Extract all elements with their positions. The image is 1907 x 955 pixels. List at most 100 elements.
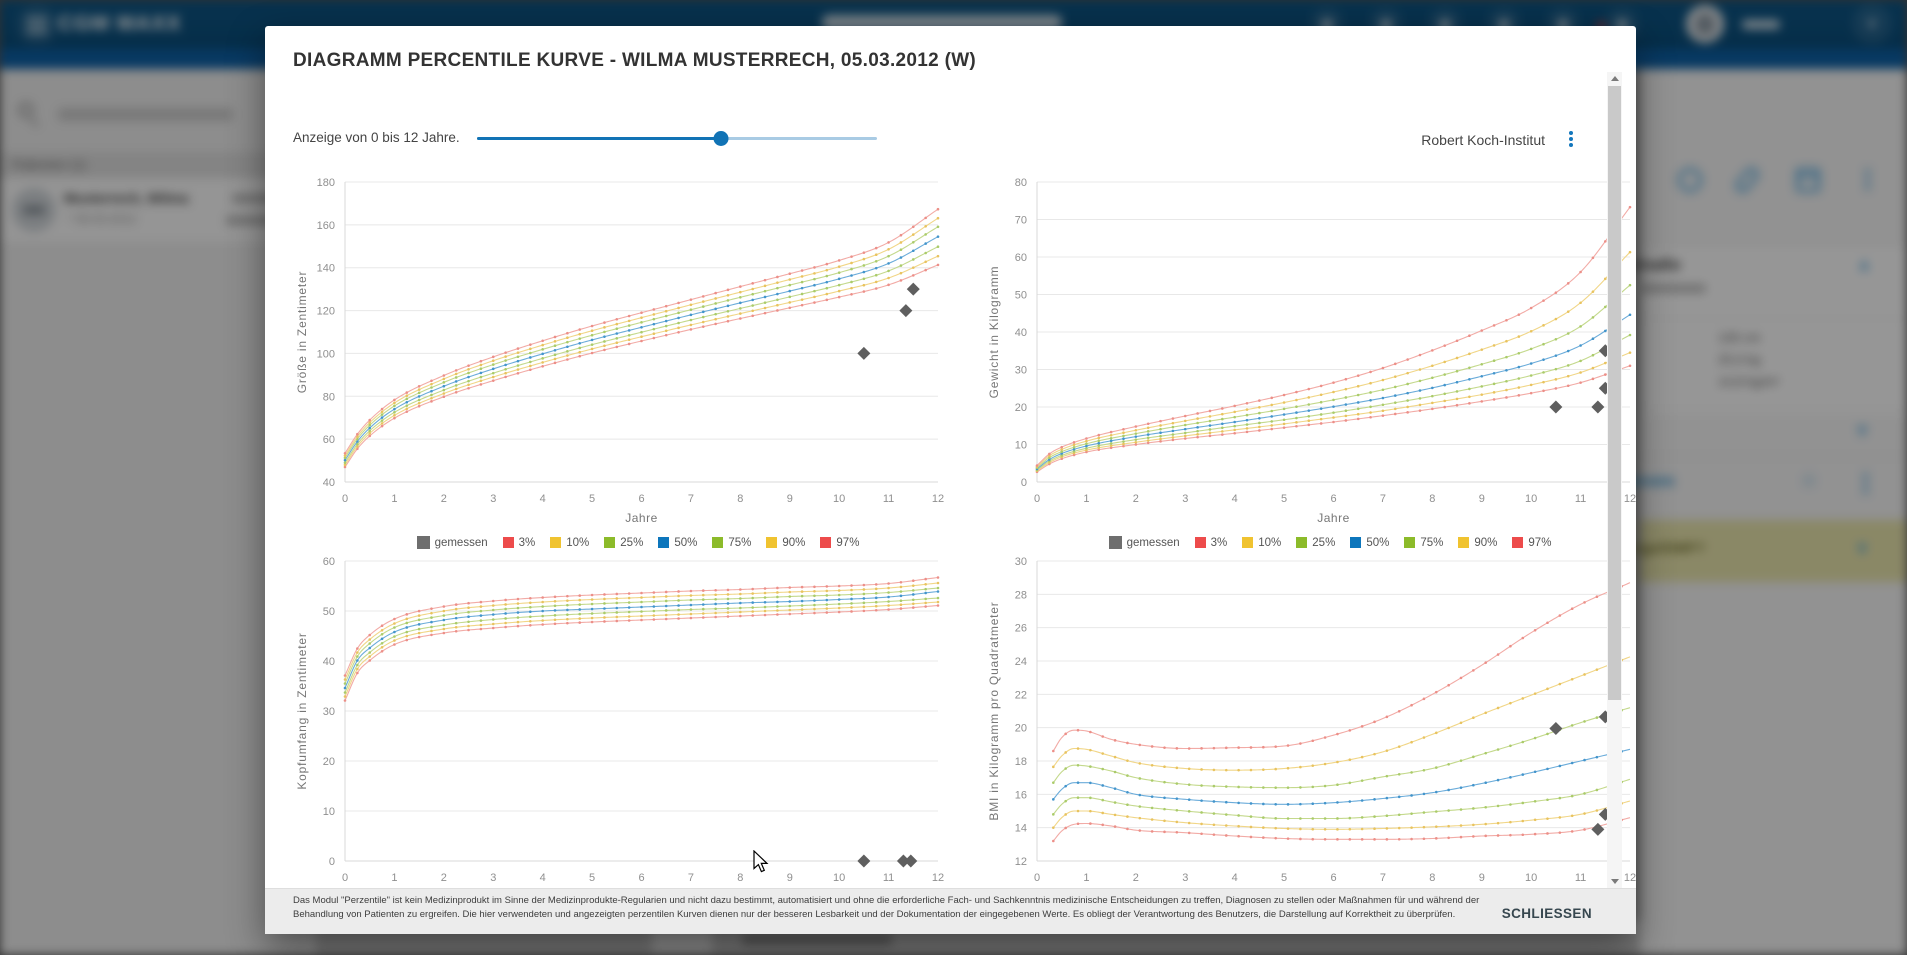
- series-dot: [1126, 803, 1129, 806]
- series-dot: [1419, 404, 1422, 407]
- series-dot: [1052, 840, 1055, 843]
- series-dot: [455, 608, 458, 611]
- series-dot: [1274, 745, 1277, 748]
- series-dot: [1110, 431, 1113, 434]
- slider-thumb[interactable]: [714, 131, 729, 146]
- series-dot: [381, 425, 384, 428]
- series-dot: [826, 299, 829, 302]
- series-dot: [1518, 352, 1521, 355]
- series-dot: [690, 604, 693, 607]
- x-tick-label: 3: [1182, 872, 1188, 884]
- series-dot: [912, 593, 915, 596]
- series-dot: [801, 304, 804, 307]
- series-dot: [578, 337, 581, 340]
- series-dot: [937, 582, 940, 585]
- series-dot: [924, 225, 927, 228]
- series-dot: [826, 590, 829, 593]
- series-dot: [443, 628, 446, 631]
- series-dot: [591, 594, 594, 597]
- series-dot: [1176, 747, 1179, 750]
- x-tick-label: 2: [1133, 493, 1139, 505]
- x-tick-label: 1: [391, 493, 397, 505]
- series-dot: [1060, 446, 1063, 449]
- series-dot: [443, 610, 446, 613]
- series-dot: [492, 604, 495, 607]
- series-dot: [430, 386, 433, 389]
- modal-scrollbar[interactable]: [1607, 72, 1622, 888]
- series-dot: [1151, 745, 1154, 748]
- chart-options-kebab-icon[interactable]: [1564, 129, 1578, 151]
- series-dot: [591, 603, 594, 606]
- series-dot: [1295, 417, 1298, 420]
- close-button[interactable]: SCHLIESSEN: [1494, 900, 1600, 927]
- series-dot: [1274, 817, 1277, 820]
- scrollbar-thumb[interactable]: [1608, 86, 1621, 700]
- series-dot: [1555, 387, 1558, 390]
- series-dot: [900, 256, 903, 259]
- series-dot: [801, 608, 804, 611]
- series-dot: [1089, 765, 1092, 768]
- scroll-down-icon[interactable]: [1607, 875, 1622, 888]
- x-axis-title: Jahre: [1317, 511, 1350, 525]
- series-dot: [356, 668, 359, 671]
- series-dot: [1324, 828, 1327, 831]
- series-dot: [739, 602, 742, 605]
- series-dot: [640, 316, 643, 319]
- series-dot: [393, 631, 396, 634]
- series-dot: [603, 326, 606, 329]
- series-dot: [850, 584, 853, 587]
- series-dot: [418, 619, 421, 622]
- series-dot: [764, 307, 767, 310]
- age-range-slider[interactable]: [477, 130, 877, 146]
- x-tick-label: 4: [540, 493, 546, 505]
- series-dot: [578, 617, 581, 620]
- scroll-up-icon[interactable]: [1607, 72, 1622, 85]
- series-dot: [1258, 412, 1261, 415]
- series-dot: [801, 600, 804, 603]
- series-dot: [344, 695, 347, 698]
- series-dot: [368, 432, 371, 435]
- series-dot: [1530, 307, 1533, 310]
- series-dot: [1361, 779, 1364, 782]
- series-dot: [1274, 768, 1277, 771]
- series-dot: [1447, 836, 1450, 839]
- series-dot: [1583, 812, 1586, 815]
- series-dot: [418, 405, 421, 408]
- series-dot: [1122, 435, 1125, 438]
- series-dot: [541, 615, 544, 618]
- series-dot: [1064, 813, 1067, 816]
- legend-item: 75%: [712, 537, 751, 549]
- series-dot: [1345, 396, 1348, 399]
- series-dot: [344, 691, 347, 694]
- series-dot: [1530, 392, 1533, 395]
- series-dot: [764, 614, 767, 617]
- legend-label: gemessen: [435, 537, 488, 549]
- series-dot: [1110, 442, 1113, 445]
- percentile-chart-svg: 01020304050600123456789101112Kopfumfang …: [293, 553, 943, 887]
- series-dot: [480, 619, 483, 622]
- series-dot: [1406, 358, 1409, 361]
- series-dot: [1394, 413, 1397, 416]
- series-dot: [480, 372, 483, 375]
- series-dot: [529, 348, 532, 351]
- series-dot: [1419, 368, 1422, 371]
- series-dot: [578, 355, 581, 358]
- series-dot: [1258, 406, 1261, 409]
- series-dot: [653, 308, 656, 311]
- series-dot: [1373, 753, 1376, 756]
- series-dot: [924, 602, 927, 605]
- series-dot: [554, 344, 557, 347]
- series-dot: [1188, 747, 1191, 750]
- series-dot: [1398, 813, 1401, 816]
- series-dot: [727, 598, 730, 601]
- series-dot: [1357, 394, 1360, 397]
- series-dot: [1546, 798, 1549, 801]
- series-dot: [801, 586, 804, 589]
- series-dot: [344, 452, 347, 455]
- series-dot: [1546, 832, 1549, 835]
- series-dot: [1423, 793, 1426, 796]
- series-dot: [1225, 747, 1228, 750]
- series-dot: [1225, 769, 1228, 772]
- series-dot: [776, 591, 779, 594]
- series-dot: [1270, 415, 1273, 418]
